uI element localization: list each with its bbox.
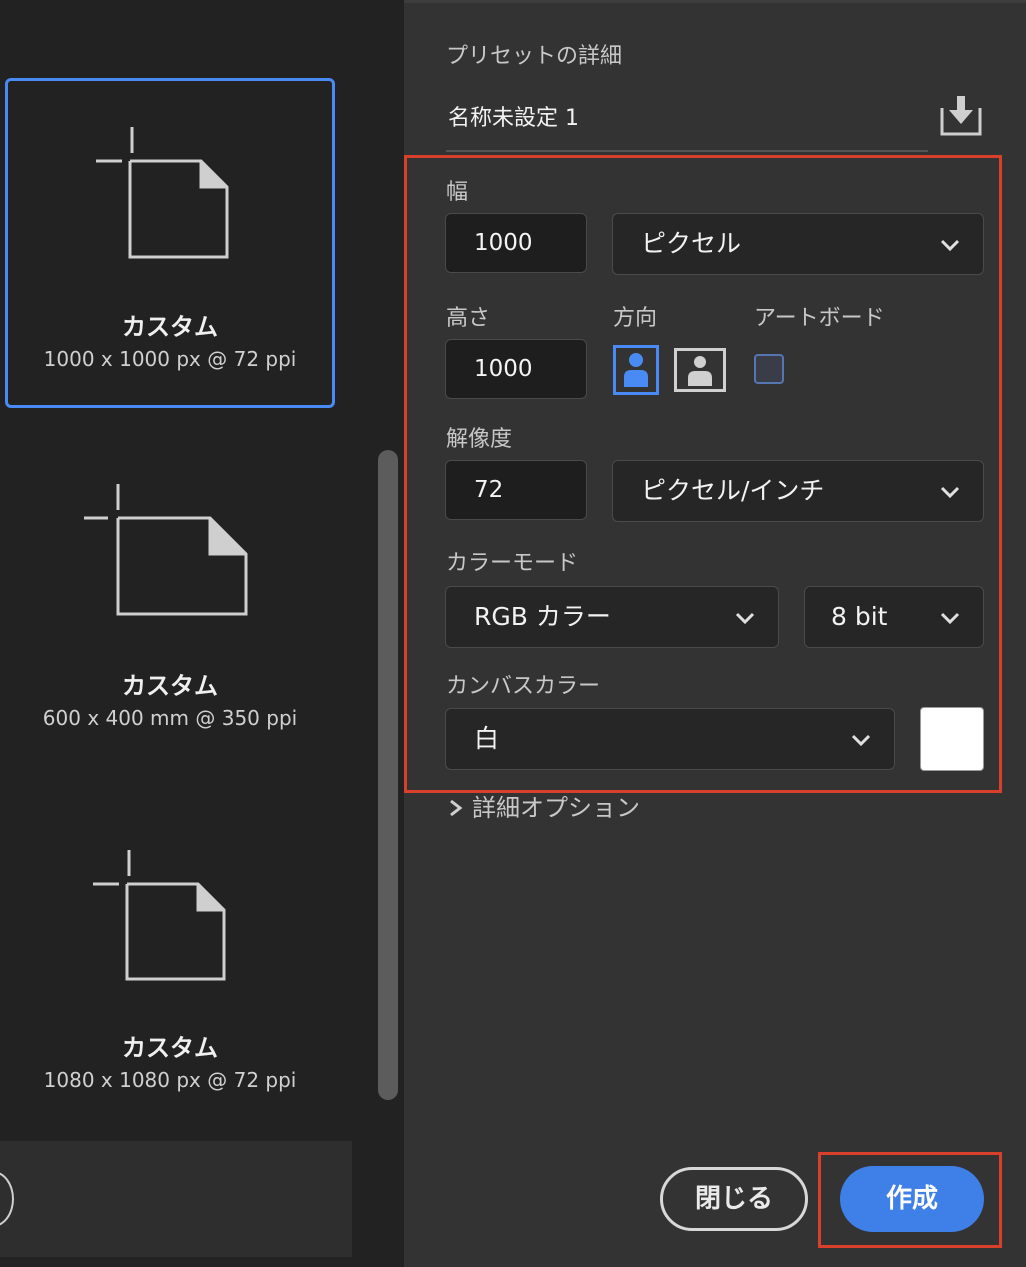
download-tray-icon[interactable] (938, 94, 984, 138)
chevron-right-icon (450, 799, 463, 817)
chevron-down-icon (735, 612, 755, 625)
chevron-down-icon (940, 239, 960, 252)
create-button[interactable]: 作成 (840, 1166, 984, 1232)
canvas-color-label: カンバスカラー (446, 674, 601, 699)
preset-card-1[interactable]: カスタム 1000 x 1000 px @ 72 ppi (5, 78, 335, 408)
artboard-checkbox[interactable] (754, 354, 784, 384)
preset-name: カスタム (122, 313, 218, 341)
bit-depth-select[interactable]: 8 bit (804, 586, 984, 648)
preset-footer-bar (0, 1141, 352, 1257)
chevron-down-icon (851, 734, 871, 747)
portrait-person-icon[interactable] (613, 345, 659, 395)
resolution-unit-value: ピクセル/インチ (641, 476, 825, 505)
close-button[interactable]: 閉じる (660, 1167, 808, 1231)
preset-name: カスタム (122, 672, 218, 700)
chevron-down-icon (940, 612, 960, 625)
width-unit-value: ピクセル (641, 229, 742, 258)
color-mode-select[interactable]: RGB カラー (445, 586, 779, 648)
chevron-down-icon (940, 486, 960, 499)
resolution-label: 解像度 (446, 427, 513, 452)
canvas-color-swatch[interactable] (920, 707, 984, 771)
color-mode-label: カラーモード (446, 551, 579, 576)
canvas-color-select[interactable]: 白 (445, 708, 895, 770)
canvas-color-value: 白 (474, 724, 500, 753)
advanced-options-label: 詳細オプション (472, 794, 640, 822)
width-input[interactable]: 1000 (445, 213, 587, 273)
landscape-person-icon[interactable] (674, 348, 726, 392)
preset-name: カスタム (122, 1034, 218, 1062)
bit-depth-value: 8 bit (831, 602, 888, 631)
document-name-underline (446, 150, 928, 152)
height-label: 高さ (446, 306, 491, 331)
preset-card-3[interactable]: カスタム 1080 x 1080 px @ 72 ppi (5, 802, 335, 1132)
preset-size: 1000 x 1000 px @ 72 ppi (43, 347, 297, 371)
search-circle-icon[interactable] (0, 1171, 14, 1227)
preset-scrollbar[interactable] (378, 450, 398, 1100)
advanced-options-toggle[interactable]: 詳細オプション (448, 788, 640, 823)
preset-size: 600 x 400 mm @ 350 ppi (42, 706, 298, 730)
width-label: 幅 (446, 180, 469, 205)
preset-card-2[interactable]: カスタム 600 x 400 mm @ 350 ppi (5, 440, 335, 770)
width-unit-select[interactable]: ピクセル (612, 213, 984, 275)
section-title: プリセットの詳細 (446, 44, 623, 69)
color-mode-value: RGB カラー (474, 602, 611, 631)
height-input[interactable]: 1000 (445, 339, 587, 399)
artboard-label: アートボード (754, 306, 885, 331)
document-name-input[interactable]: 名称未設定 1 (448, 100, 579, 132)
panel-top-edge (404, 0, 1026, 3)
resolution-unit-select[interactable]: ピクセル/インチ (612, 460, 984, 522)
preset-size: 1080 x 1080 px @ 72 ppi (43, 1068, 297, 1092)
orientation-label: 方向 (613, 306, 658, 331)
resolution-input[interactable]: 72 (445, 460, 587, 520)
preset-list-panel: カスタム 1000 x 1000 px @ 72 ppi カスタム 600 x … (0, 0, 404, 1267)
